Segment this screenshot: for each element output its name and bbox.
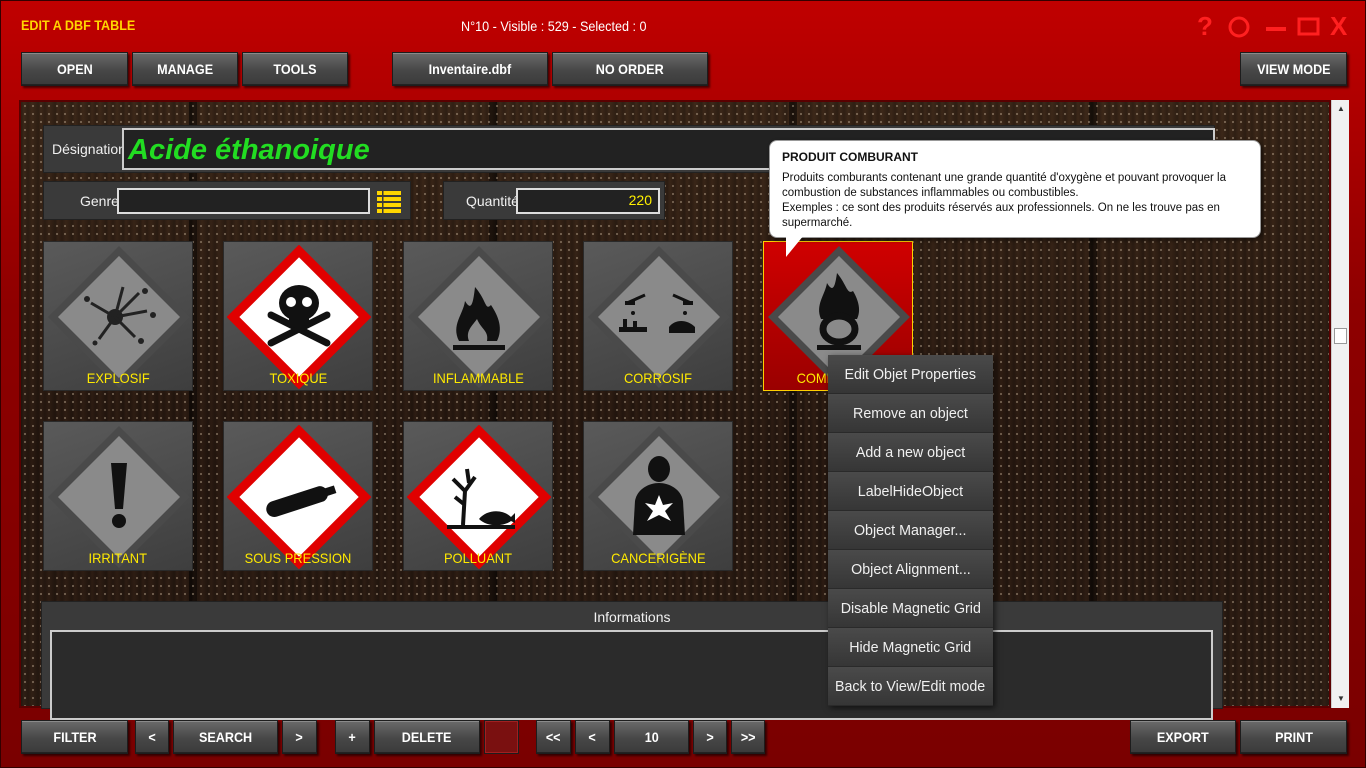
minimize-icon[interactable] bbox=[1265, 15, 1287, 39]
tile-explosif[interactable]: EXPLOSIF bbox=[43, 241, 193, 391]
quantite-panel: Quantité 220 bbox=[443, 181, 665, 220]
search-button[interactable]: SEARCH bbox=[173, 720, 278, 754]
menu-object-alignment[interactable]: Object Alignment... bbox=[828, 550, 993, 589]
view-mode-button[interactable]: VIEW MODE bbox=[1240, 52, 1347, 86]
filter-button[interactable]: FILTER bbox=[21, 720, 128, 754]
tile-corrosif[interactable]: CORROSIF bbox=[583, 241, 733, 391]
add-record-button[interactable]: + bbox=[335, 720, 370, 754]
record-status: N°10 - Visible : 529 - Selected : 0 bbox=[461, 18, 647, 34]
next-record-button[interactable]: > bbox=[693, 720, 727, 754]
tile-label: POLLUANT bbox=[443, 550, 512, 566]
flame-pictogram-icon bbox=[408, 246, 550, 388]
help-icon[interactable]: ? bbox=[1197, 11, 1213, 41]
environment-pictogram-icon bbox=[407, 425, 551, 569]
tooltip-line2: Exemples : ce sont des produits réservés… bbox=[782, 202, 1220, 229]
search-next-button[interactable]: > bbox=[282, 720, 317, 754]
tile-cancerigene[interactable]: CANCERIGÈNE bbox=[583, 421, 733, 571]
tooltip-title: PRODUIT COMBURANT bbox=[782, 150, 918, 164]
order-button[interactable]: NO ORDER bbox=[552, 52, 708, 86]
tile-sous-pression[interactable]: SOUS PRESSION bbox=[223, 421, 373, 571]
menu-remove-object[interactable]: Remove an object bbox=[828, 394, 993, 433]
menu-disable-grid[interactable]: Disable Magnetic Grid bbox=[828, 589, 993, 628]
maximize-icon[interactable] bbox=[1297, 15, 1321, 39]
menu-hide-grid[interactable]: Hide Magnetic Grid bbox=[828, 628, 993, 667]
menu-label-hide-object[interactable]: LabelHideObject bbox=[828, 472, 993, 511]
manage-button[interactable]: MANAGE bbox=[132, 52, 238, 86]
prev-record-button[interactable]: < bbox=[575, 720, 610, 754]
record-number[interactable]: 10 bbox=[614, 720, 689, 754]
export-button[interactable]: EXPORT bbox=[1130, 720, 1236, 754]
tile-irritant[interactable]: IRRITANT bbox=[43, 421, 193, 571]
print-button[interactable]: PRINT bbox=[1240, 720, 1347, 754]
tooltip-line1: Produits comburants contenant une grande… bbox=[782, 172, 1226, 199]
genre-field[interactable] bbox=[117, 188, 370, 214]
tile-label: CANCERIGÈNE bbox=[610, 550, 706, 566]
informations-field[interactable] bbox=[50, 630, 1213, 720]
blank-button[interactable] bbox=[484, 720, 519, 754]
scroll-thumb[interactable] bbox=[1334, 328, 1347, 344]
informations-title: Informations bbox=[593, 609, 671, 625]
search-prev-button[interactable]: < bbox=[135, 720, 169, 754]
tooltip: PRODUIT COMBURANT Produits comburants co… bbox=[769, 140, 1261, 238]
tile-toxique[interactable]: TOXIQUE bbox=[223, 241, 373, 391]
designation-label: Désignation bbox=[52, 141, 126, 157]
delete-button[interactable]: DELETE bbox=[374, 720, 480, 754]
tile-label: INFLAMMABLE bbox=[432, 370, 524, 386]
tile-label: SOUS PRESSION bbox=[244, 550, 352, 566]
menu-add-object[interactable]: Add a new object bbox=[828, 433, 993, 472]
record-circle-icon[interactable] bbox=[1227, 15, 1251, 39]
genre-panel: Genre bbox=[43, 181, 411, 220]
tools-button[interactable]: TOOLS bbox=[242, 52, 348, 86]
tile-label: IRRITANT bbox=[88, 550, 148, 566]
skull-crossbones-pictogram-icon bbox=[227, 245, 371, 389]
tile-label: CORROSIF bbox=[624, 370, 692, 386]
menu-edit-properties[interactable]: Edit Objet Properties bbox=[828, 355, 993, 394]
file-button[interactable]: Inventaire.dbf bbox=[392, 52, 548, 86]
tooltip-tail bbox=[786, 235, 804, 257]
tile-label: TOXIQUE bbox=[269, 370, 327, 386]
gas-cylinder-pictogram-icon bbox=[227, 425, 371, 569]
context-menu: Edit Objet Properties Remove an object A… bbox=[828, 355, 993, 706]
open-button[interactable]: OPEN bbox=[21, 52, 128, 86]
vertical-scrollbar[interactable]: ▲ ▼ bbox=[1331, 100, 1349, 708]
genre-label: Genre bbox=[80, 193, 119, 209]
app-window: EDIT A DBF TABLE N°10 - Visible : 529 - … bbox=[0, 0, 1366, 768]
scroll-down-icon[interactable]: ▼ bbox=[1332, 692, 1350, 706]
close-icon[interactable]: X bbox=[1330, 11, 1347, 41]
menu-object-manager[interactable]: Object Manager... bbox=[828, 511, 993, 550]
menu-back-view-edit[interactable]: Back to View/Edit mode bbox=[828, 667, 993, 706]
exclamation-pictogram-icon bbox=[48, 426, 190, 568]
informations-panel: Informations bbox=[41, 601, 1223, 720]
designation-value: Acide éthanoique bbox=[128, 134, 370, 166]
last-record-button[interactable]: >> bbox=[731, 720, 765, 754]
health-hazard-pictogram-icon bbox=[588, 426, 730, 568]
window-title: EDIT A DBF TABLE bbox=[21, 17, 136, 33]
quantite-label: Quantité bbox=[466, 193, 519, 209]
quantite-value: 220 bbox=[628, 192, 652, 208]
list-icon[interactable] bbox=[377, 190, 401, 214]
scroll-up-icon[interactable]: ▲ bbox=[1332, 102, 1350, 116]
tile-label: EXPLOSIF bbox=[86, 370, 150, 386]
explosive-pictogram-icon bbox=[48, 246, 190, 388]
tile-polluant[interactable]: POLLUANT bbox=[403, 421, 553, 571]
first-record-button[interactable]: << bbox=[536, 720, 571, 754]
corrosion-pictogram-icon bbox=[588, 246, 730, 388]
tile-inflammable[interactable]: INFLAMMABLE bbox=[403, 241, 553, 391]
quantite-field[interactable]: 220 bbox=[516, 188, 660, 214]
